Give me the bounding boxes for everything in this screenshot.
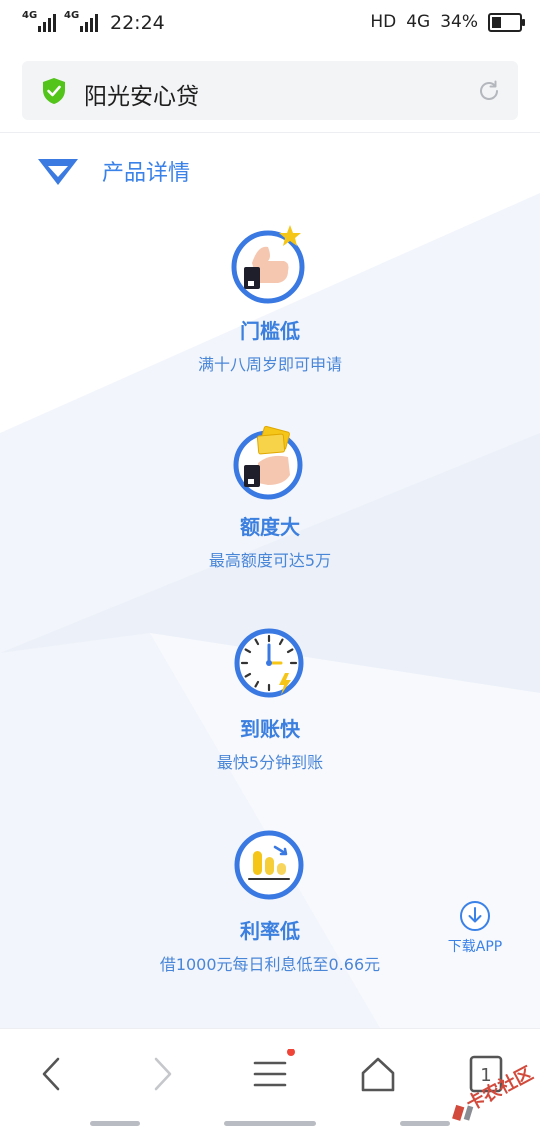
signal-1-label: 4G (22, 10, 38, 21)
section-header: 产品详情 (36, 155, 190, 187)
signal-2-label: 4G (64, 10, 80, 21)
gesture-indicator-center (224, 1121, 316, 1126)
money-hand-icon (233, 425, 303, 500)
shield-check-icon (43, 78, 65, 104)
feature-desc: 满十八周岁即可申请 (197, 355, 342, 374)
signal-strength-icon-2: 4G (64, 10, 98, 32)
feature-item: 到账快 最快5分钟到账 (0, 625, 540, 773)
battery-icon (488, 12, 525, 32)
address-bar[interactable]: 阳光安心贷 (22, 61, 518, 120)
watermark-logo: 卡农社区 (452, 1062, 537, 1121)
status-time: 22:24 (110, 12, 165, 34)
watermark-text: 卡农社区 (463, 1062, 537, 1115)
feature-title: 额度大 (240, 515, 300, 539)
download-label: 下载APP (447, 939, 503, 955)
feature-desc: 最快5分钟到账 (216, 753, 324, 772)
gesture-indicator-left (90, 1121, 140, 1126)
page-content: 产品详情 门槛低 满十八周岁即可申请 额度大 最高额度可达5万 到账快 最快5分… (0, 133, 540, 1028)
page-title: 阳光安心贷 (84, 84, 199, 110)
download-app-button[interactable]: 下载APP (440, 899, 510, 956)
hd-indicator: HD (370, 12, 397, 32)
back-icon[interactable] (27, 1049, 77, 1099)
feature-item: 额度大 最高额度可达5万 (0, 423, 540, 571)
feature-item: 门槛低 满十八周岁即可申请 (0, 221, 540, 375)
home-icon[interactable] (353, 1049, 403, 1099)
feature-desc: 最高额度可达5万 (208, 551, 332, 570)
feature-title: 门槛低 (240, 319, 300, 343)
thumbs-up-icon (231, 225, 305, 304)
section-title: 产品详情 (102, 161, 191, 186)
feature-title: 到账快 (240, 717, 300, 741)
signal-strength-icon: 4G (22, 10, 56, 32)
download-icon (460, 901, 490, 931)
reload-icon[interactable] (476, 78, 502, 104)
diamond-icon (38, 159, 78, 185)
battery-percent: 34% (440, 12, 478, 32)
status-bar: 4G 4G 22:24 HD 4G 34% (0, 0, 540, 50)
forward-icon[interactable] (137, 1049, 187, 1099)
clock-icon (234, 628, 304, 698)
menu-icon[interactable] (245, 1049, 295, 1099)
network-indicator: 4G (406, 12, 431, 32)
rate-icon (234, 830, 304, 900)
